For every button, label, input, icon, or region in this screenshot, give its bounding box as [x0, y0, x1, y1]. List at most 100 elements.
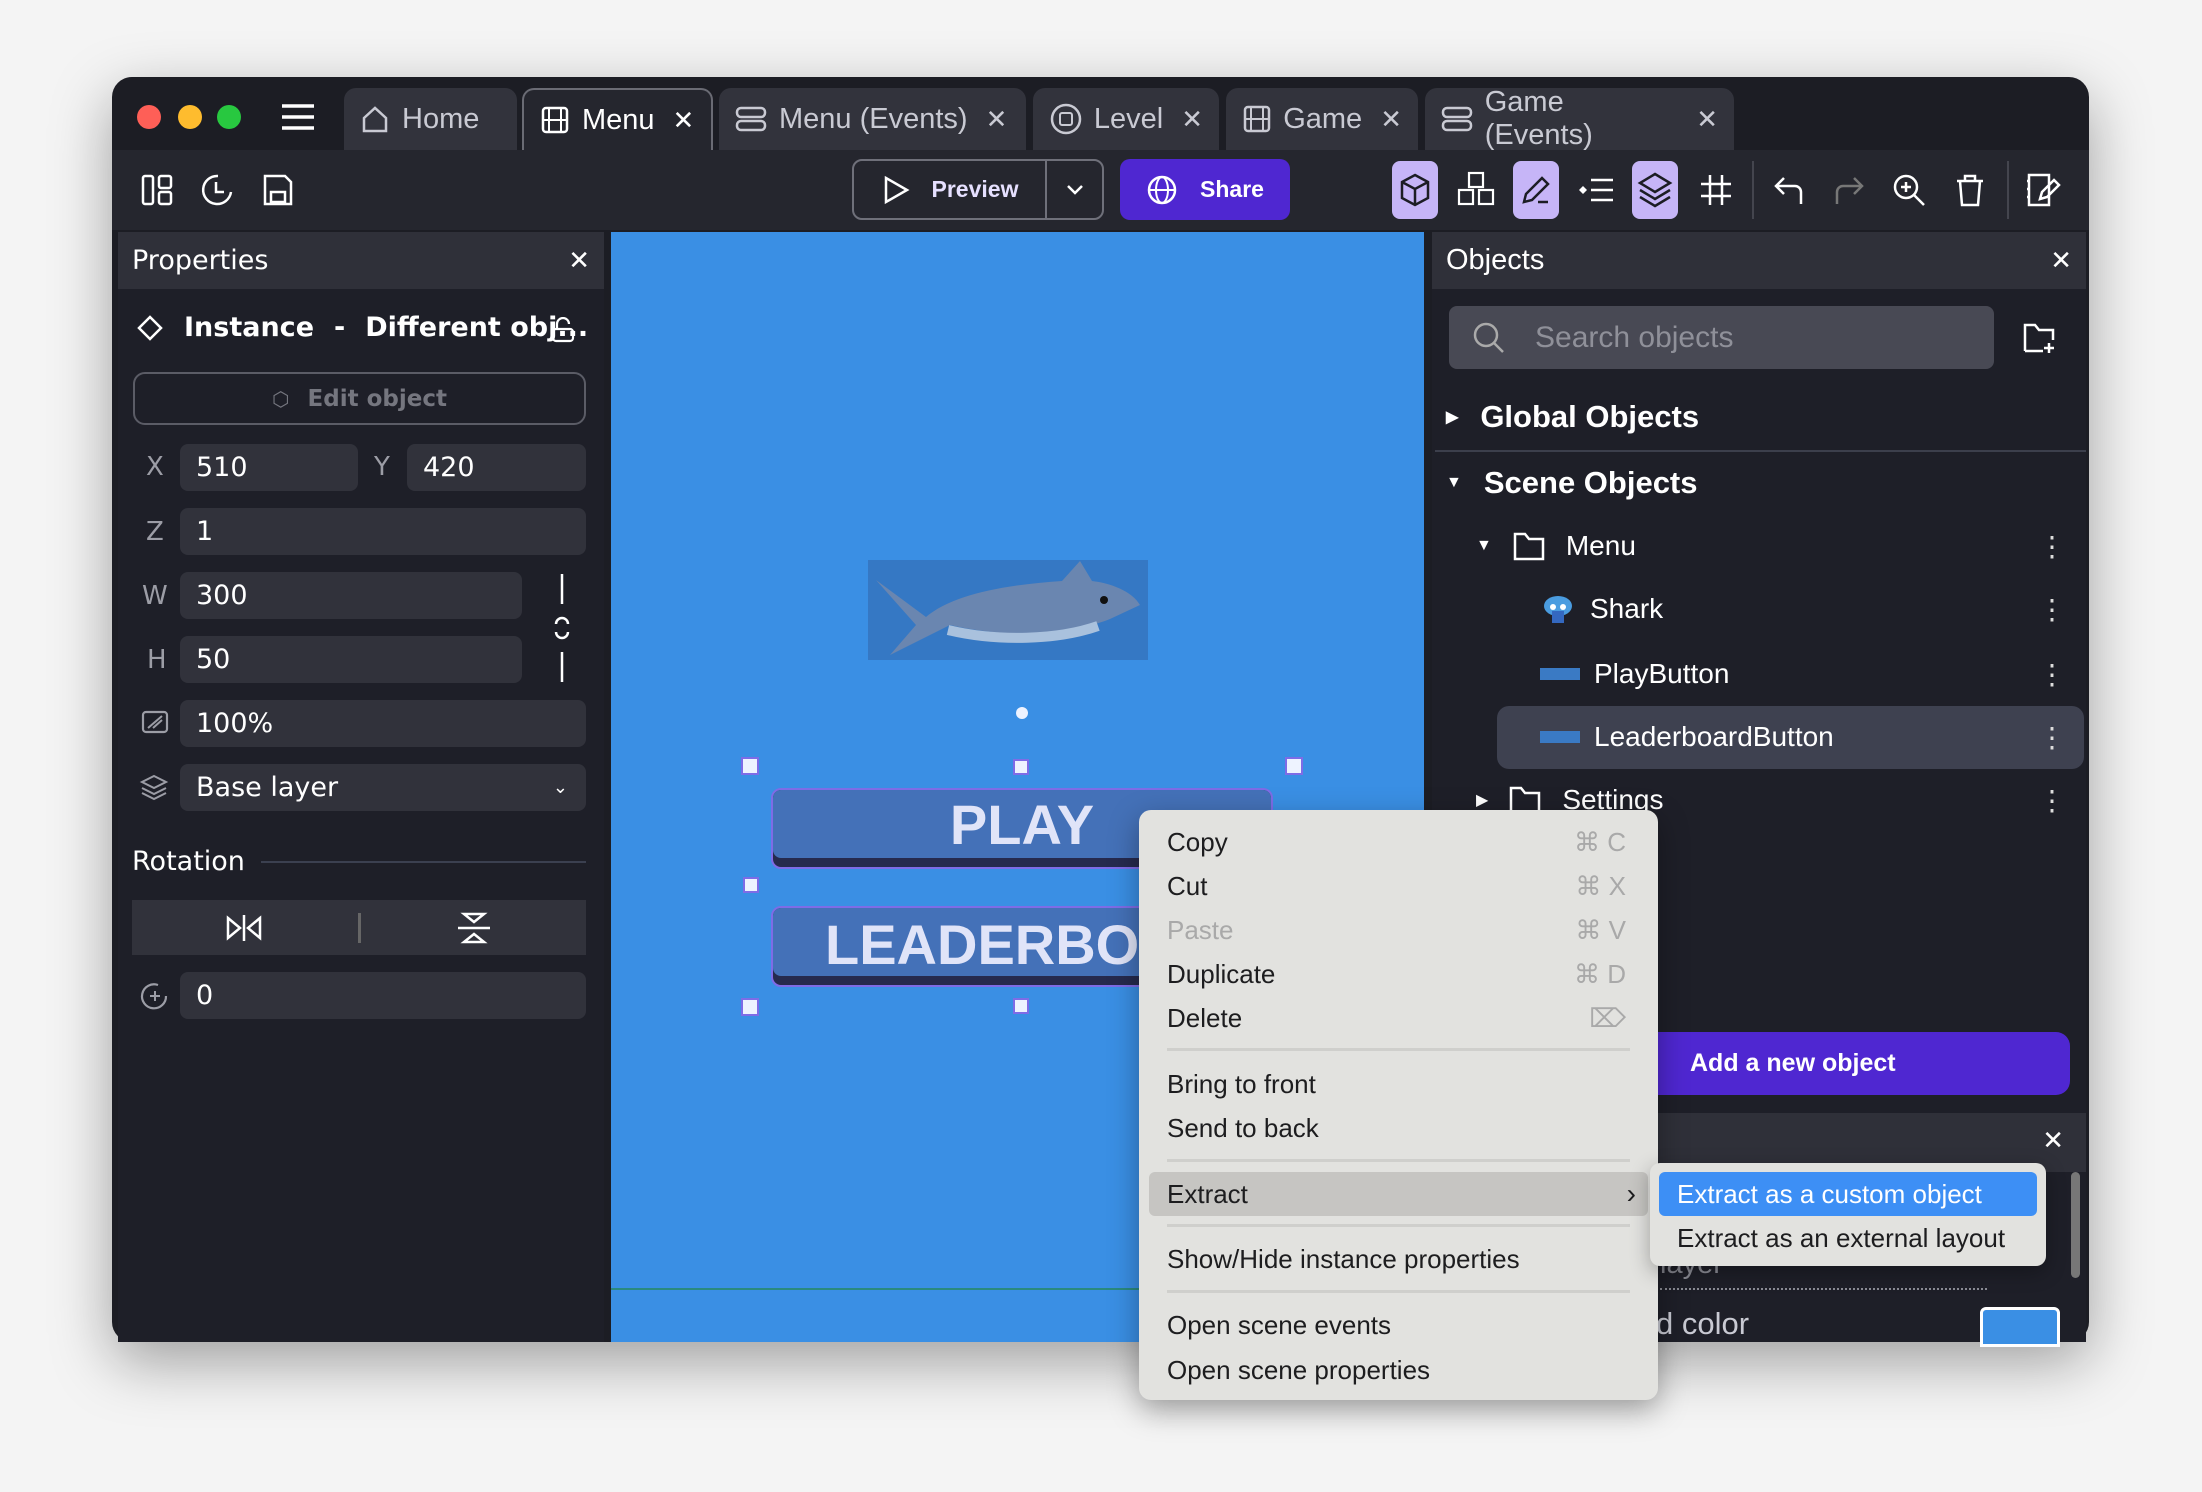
- diamond-icon: [137, 314, 163, 341]
- object-groups-cubes-icon[interactable]: [1453, 161, 1499, 219]
- more-options-icon[interactable]: ⋮: [2038, 658, 2066, 691]
- instances-list-icon[interactable]: [1572, 161, 1618, 219]
- object-leaderboardbutton[interactable]: LeaderboardButton ⋮: [1432, 707, 2086, 767]
- menu-item-label: Extract as a custom object: [1677, 1178, 1982, 1209]
- more-options-icon[interactable]: ⋮: [2038, 593, 2066, 626]
- shark-sprite[interactable]: [868, 560, 1148, 660]
- add-folder-icon[interactable]: [2020, 318, 2060, 358]
- objects-header: Objects ✕: [1432, 232, 2086, 289]
- menu-item-extract-custom-object[interactable]: Extract as a custom object: [1659, 1172, 2037, 1216]
- resize-handle-bottom-left[interactable]: [741, 998, 759, 1016]
- close-panel-icon[interactable]: ✕: [2050, 245, 2072, 276]
- rotation-handle[interactable]: [1016, 707, 1028, 719]
- resize-handle-top-right[interactable]: [1285, 757, 1303, 775]
- maximize-window-button[interactable]: [217, 105, 241, 129]
- opacity-input[interactable]: 100%: [180, 700, 586, 747]
- share-button[interactable]: Share: [1120, 159, 1290, 220]
- resize-handle-top-left[interactable]: [741, 757, 759, 775]
- close-tab-icon[interactable]: ✕: [673, 105, 695, 136]
- panels-icon[interactable]: [134, 161, 180, 219]
- link-dimensions-icon[interactable]: [548, 572, 576, 684]
- redo-icon[interactable]: [1826, 161, 1872, 219]
- close-tab-icon[interactable]: ✕: [986, 104, 1008, 135]
- menu-item-send-to-back[interactable]: Send to back: [1149, 1106, 1648, 1150]
- object-editor-toggle-cube-icon[interactable]: [1392, 161, 1438, 219]
- tab-game-events[interactable]: Game (Events) ✕: [1425, 86, 1734, 151]
- preview-label: Preview: [931, 176, 1019, 202]
- menu-item-open-scene-properties[interactable]: Open scene properties: [1149, 1348, 1648, 1392]
- tab-menu[interactable]: Menu ✕: [522, 88, 713, 150]
- preview-options-dropdown[interactable]: [1048, 161, 1102, 218]
- edit-object-button[interactable]: ⬡ Edit object: [133, 372, 586, 425]
- film-icon: [541, 106, 569, 134]
- more-options-icon[interactable]: ⋮: [2038, 784, 2066, 817]
- menu-item-copy[interactable]: Copy ⌘ C: [1149, 820, 1648, 864]
- height-input[interactable]: 50: [180, 636, 522, 683]
- close-panel-icon[interactable]: ✕: [2042, 1125, 2064, 1156]
- share-label: Share: [1200, 176, 1264, 202]
- tab-menu-events[interactable]: Menu (Events) ✕: [719, 88, 1026, 150]
- menu-item-delete[interactable]: Delete ⌦: [1149, 996, 1648, 1040]
- history-icon[interactable]: [195, 161, 241, 219]
- y-input[interactable]: 420: [407, 444, 586, 491]
- preview-button[interactable]: Preview: [854, 161, 1046, 218]
- close-window-button[interactable]: [137, 105, 161, 129]
- menu-item-bring-to-front[interactable]: Bring to front: [1149, 1062, 1648, 1106]
- rotation-section-title: Rotation: [132, 846, 245, 877]
- layers-icon[interactable]: [1632, 161, 1678, 219]
- more-options-icon[interactable]: ⋮: [2038, 530, 2066, 563]
- search-objects-input[interactable]: Search objects: [1449, 306, 1994, 369]
- object-playbutton[interactable]: PlayButton ⋮: [1432, 644, 2086, 704]
- menu-item-extract-external-layout[interactable]: Extract as an external layout: [1659, 1216, 2037, 1260]
- section-label: Global Objects: [1480, 399, 1700, 434]
- background-color-swatch[interactable]: [1980, 1307, 2060, 1347]
- edit-scene-icon[interactable]: [2021, 161, 2067, 219]
- menu-item-cut[interactable]: Cut ⌘ X: [1149, 864, 1648, 908]
- close-tab-icon[interactable]: ✕: [1696, 104, 1718, 135]
- instance-separator: -: [334, 312, 346, 343]
- menu-item-extract[interactable]: Extract ›: [1149, 1172, 1648, 1216]
- flip-horizontal-icon[interactable]: [132, 900, 356, 955]
- rotation-input[interactable]: 0: [180, 972, 586, 1019]
- properties-pencil-icon[interactable]: [1513, 161, 1559, 219]
- resize-handle-left[interactable]: [743, 877, 759, 893]
- width-input[interactable]: 300: [180, 572, 522, 619]
- tab-level[interactable]: Level ✕: [1033, 88, 1219, 150]
- tab-home[interactable]: Home: [344, 88, 517, 150]
- close-tab-icon[interactable]: ✕: [1181, 104, 1203, 135]
- menu-item-open-scene-events[interactable]: Open scene events: [1149, 1303, 1648, 1347]
- undo-icon[interactable]: [1766, 161, 1812, 219]
- scene-objects-section[interactable]: ▼ Scene Objects: [1446, 453, 1698, 513]
- x-input[interactable]: 510: [180, 444, 358, 491]
- close-panel-icon[interactable]: ✕: [568, 246, 590, 276]
- minimize-window-button[interactable]: [178, 105, 202, 129]
- close-tab-icon[interactable]: ✕: [1380, 104, 1402, 135]
- object-shark[interactable]: Shark ⋮: [1432, 579, 2086, 639]
- more-options-icon[interactable]: ⋮: [2038, 721, 2066, 754]
- layer-select[interactable]: Base layer ⌄: [180, 764, 586, 811]
- menu-item-label: Duplicate: [1167, 958, 1276, 989]
- menu-item-duplicate[interactable]: Duplicate ⌘ D: [1149, 952, 1648, 996]
- button-object-icon: [1540, 668, 1580, 680]
- trash-icon[interactable]: [1947, 161, 1993, 219]
- level-icon: [1050, 103, 1082, 135]
- global-objects-section[interactable]: ▶ Global Objects: [1446, 387, 1699, 447]
- scrollbar[interactable]: [2071, 1172, 2080, 1278]
- w-label: W: [142, 581, 168, 611]
- folder-menu[interactable]: ▼ Menu ⋮: [1432, 516, 2086, 576]
- tab-game[interactable]: Game ✕: [1226, 88, 1418, 150]
- save-icon[interactable]: [255, 161, 301, 219]
- caret-right-icon: ▶: [1476, 792, 1489, 809]
- zoom-in-icon[interactable]: [1886, 161, 1932, 219]
- grid-icon[interactable]: [1693, 161, 1739, 219]
- menu-item-show-hide-instance-properties[interactable]: Show/Hide instance properties: [1149, 1237, 1648, 1281]
- hamburger-menu-icon[interactable]: [280, 100, 316, 134]
- divider: [1752, 161, 1754, 219]
- add-object-label: Add a new object: [1690, 1049, 1896, 1077]
- resize-handle-bottom[interactable]: [1013, 998, 1029, 1014]
- resize-handle-top[interactable]: [1013, 759, 1029, 775]
- context-menu: Copy ⌘ C Cut ⌘ X Paste ⌘ V Duplicate ⌘ D Del…: [1139, 810, 1658, 1400]
- flip-vertical-icon[interactable]: [362, 900, 586, 955]
- z-input[interactable]: 1: [180, 508, 586, 555]
- lock-open-icon[interactable]: [550, 315, 576, 345]
